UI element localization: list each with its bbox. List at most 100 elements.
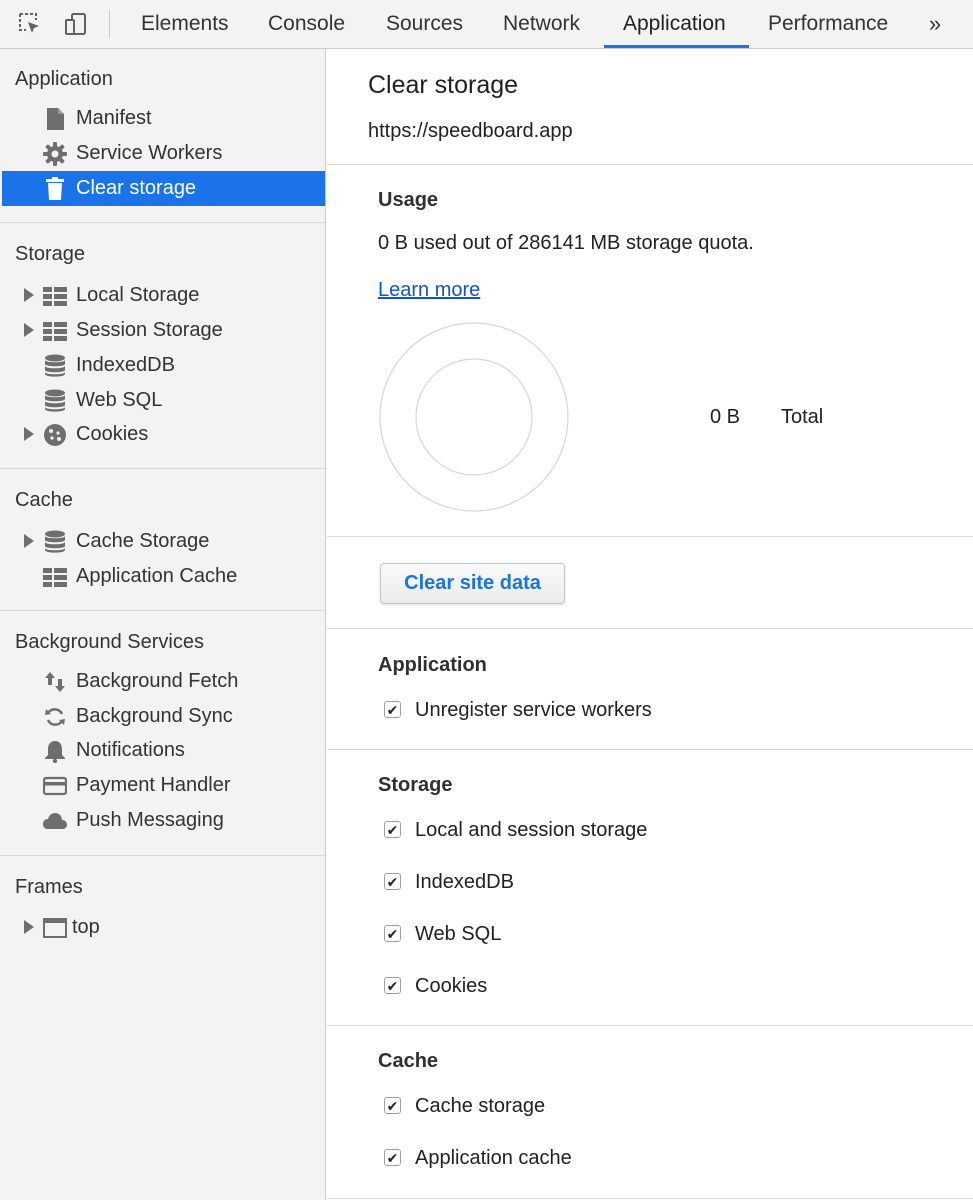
clear-site-data-button[interactable]: Clear site data — [380, 563, 565, 604]
section-divider — [0, 468, 325, 469]
cookie-icon — [42, 422, 68, 448]
checkbox[interactable]: ✔ — [384, 701, 401, 718]
expand-arrow-icon[interactable] — [24, 288, 34, 302]
section-divider — [327, 628, 973, 629]
sidebar-item-label: top — [72, 916, 100, 938]
tab-elements[interactable]: Elements — [141, 0, 229, 48]
sidebar-item-background-sync[interactable]: Background Sync — [2, 699, 325, 734]
table-icon — [42, 283, 68, 309]
sidebar-item-label: Notifications — [76, 739, 185, 761]
section-divider — [327, 164, 973, 165]
document-icon — [42, 106, 68, 132]
expand-arrow-icon[interactable] — [24, 920, 34, 934]
checkbox[interactable]: ✔ — [384, 1149, 401, 1166]
frame-window-icon — [42, 915, 68, 941]
sidebar-item-label: Local Storage — [76, 284, 200, 306]
sidebar-item-label: Clear storage — [76, 177, 197, 199]
section-divider — [327, 1198, 973, 1199]
section-divider — [327, 749, 973, 750]
sidebar-item-application-cache[interactable]: Application Cache — [2, 559, 325, 594]
sidebar-item-session-storage[interactable]: Session Storage — [2, 313, 325, 348]
checkbox[interactable]: ✔ — [384, 925, 401, 942]
sidebar-section-frames-title[interactable]: Frames — [15, 876, 83, 899]
usage-text: 0 B used out of 286141 MB storage quota. — [378, 232, 754, 254]
sidebar-section-background-services-title[interactable]: Background Services — [15, 631, 204, 654]
section-divider — [327, 536, 973, 537]
checkbox-label: Local and session storage — [415, 819, 648, 841]
sidebar-item-push-messaging[interactable]: Push Messaging — [2, 803, 325, 838]
sidebar-item-label: Background Sync — [76, 705, 233, 727]
sidebar-item-label: Cache Storage — [76, 530, 210, 552]
checkbox-label: Cookies — [415, 975, 488, 997]
sidebar-item-label: Manifest — [76, 107, 152, 129]
gear-icon — [42, 141, 68, 167]
learn-more-link[interactable]: Learn more — [378, 279, 480, 302]
sidebar-item-service-workers[interactable]: Service Workers — [2, 136, 325, 171]
tab-application[interactable]: Application — [623, 0, 726, 48]
sidebar-item-web-sql[interactable]: Web SQL — [2, 383, 325, 418]
trash-icon — [42, 176, 68, 202]
more-tabs-chevron-icon[interactable]: » — [921, 10, 949, 38]
active-tab-indicator — [604, 45, 749, 48]
sidebar-item-local-storage[interactable]: Local Storage — [2, 278, 325, 313]
tab-sources[interactable]: Sources — [386, 0, 463, 48]
cloud-icon — [42, 808, 68, 834]
sidebar-item-frame-top[interactable]: top — [2, 910, 325, 945]
sidebar-section-cache-title[interactable]: Cache — [15, 489, 73, 512]
application-options-heading: Application — [378, 654, 487, 676]
storage-options-heading: Storage — [378, 774, 453, 796]
section-divider — [0, 610, 325, 611]
checkbox[interactable]: ✔ — [384, 977, 401, 994]
credit-card-icon — [42, 773, 68, 799]
section-divider — [0, 222, 325, 223]
sidebar-item-label: Web SQL — [76, 389, 163, 411]
page-title: Clear storage — [368, 71, 519, 99]
checkbox[interactable]: ✔ — [384, 821, 401, 838]
sidebar-item-cache-storage[interactable]: Cache Storage — [2, 524, 325, 559]
device-toolbar-icon[interactable] — [62, 10, 90, 38]
usage-heading: Usage — [378, 189, 439, 211]
expand-arrow-icon[interactable] — [24, 323, 34, 337]
checkbox-label: Application cache — [415, 1147, 572, 1169]
sidebar-item-label: IndexedDB — [76, 354, 175, 376]
checkbox[interactable]: ✔ — [384, 873, 401, 890]
sidebar-item-indexeddb[interactable]: IndexedDB — [2, 348, 325, 383]
sidebar-item-clear-storage[interactable]: Clear storage — [2, 171, 325, 206]
usage-legend-value: 0 B — [710, 406, 741, 428]
tab-performance[interactable]: Performance — [768, 0, 888, 48]
sidebar-item-label: Service Workers — [76, 142, 223, 164]
sidebar-item-label: Cookies — [76, 423, 149, 445]
checkbox-label: Web SQL — [415, 923, 502, 945]
sidebar-item-cookies[interactable]: Cookies — [2, 417, 325, 452]
checkbox-label: IndexedDB — [415, 871, 514, 893]
sidebar-section-storage-title[interactable]: Storage — [15, 243, 85, 266]
table-icon — [42, 318, 68, 344]
sidebar-item-label: Session Storage — [76, 319, 223, 341]
checkbox-label: Unregister service workers — [415, 699, 652, 721]
section-divider — [327, 1025, 973, 1026]
tab-console[interactable]: Console — [268, 0, 345, 48]
sidebar: Application Manifest Service Workers Cle… — [0, 49, 326, 1200]
origin-url: https://speedboard.app — [368, 120, 573, 142]
toolbar-separator — [109, 10, 110, 38]
sidebar-item-manifest[interactable]: Manifest — [2, 101, 325, 136]
usage-legend-label: Total — [781, 406, 824, 428]
sidebar-item-label: Payment Handler — [76, 774, 231, 796]
cache-options-heading: Cache — [378, 1050, 439, 1072]
bell-icon — [42, 738, 68, 764]
devtools-toolbar: Elements Console Sources Network Applica… — [0, 0, 973, 49]
clear-storage-panel: Clear storage https://speedboard.app Usa… — [327, 49, 973, 1200]
sidebar-item-background-fetch[interactable]: Background Fetch — [2, 664, 325, 699]
inspect-element-icon[interactable] — [16, 10, 44, 38]
expand-arrow-icon[interactable] — [24, 427, 34, 441]
up-down-arrows-icon — [42, 669, 68, 695]
sidebar-item-payment-handler[interactable]: Payment Handler — [2, 768, 325, 803]
expand-arrow-icon[interactable] — [24, 534, 34, 548]
sidebar-section-application-title[interactable]: Application — [15, 68, 113, 91]
tab-network[interactable]: Network — [503, 0, 580, 48]
usage-donut-chart — [379, 322, 569, 512]
sidebar-item-notifications[interactable]: Notifications — [2, 733, 325, 768]
checkbox[interactable]: ✔ — [384, 1097, 401, 1114]
database-icon — [42, 388, 68, 414]
sidebar-item-label: Background Fetch — [76, 670, 239, 692]
